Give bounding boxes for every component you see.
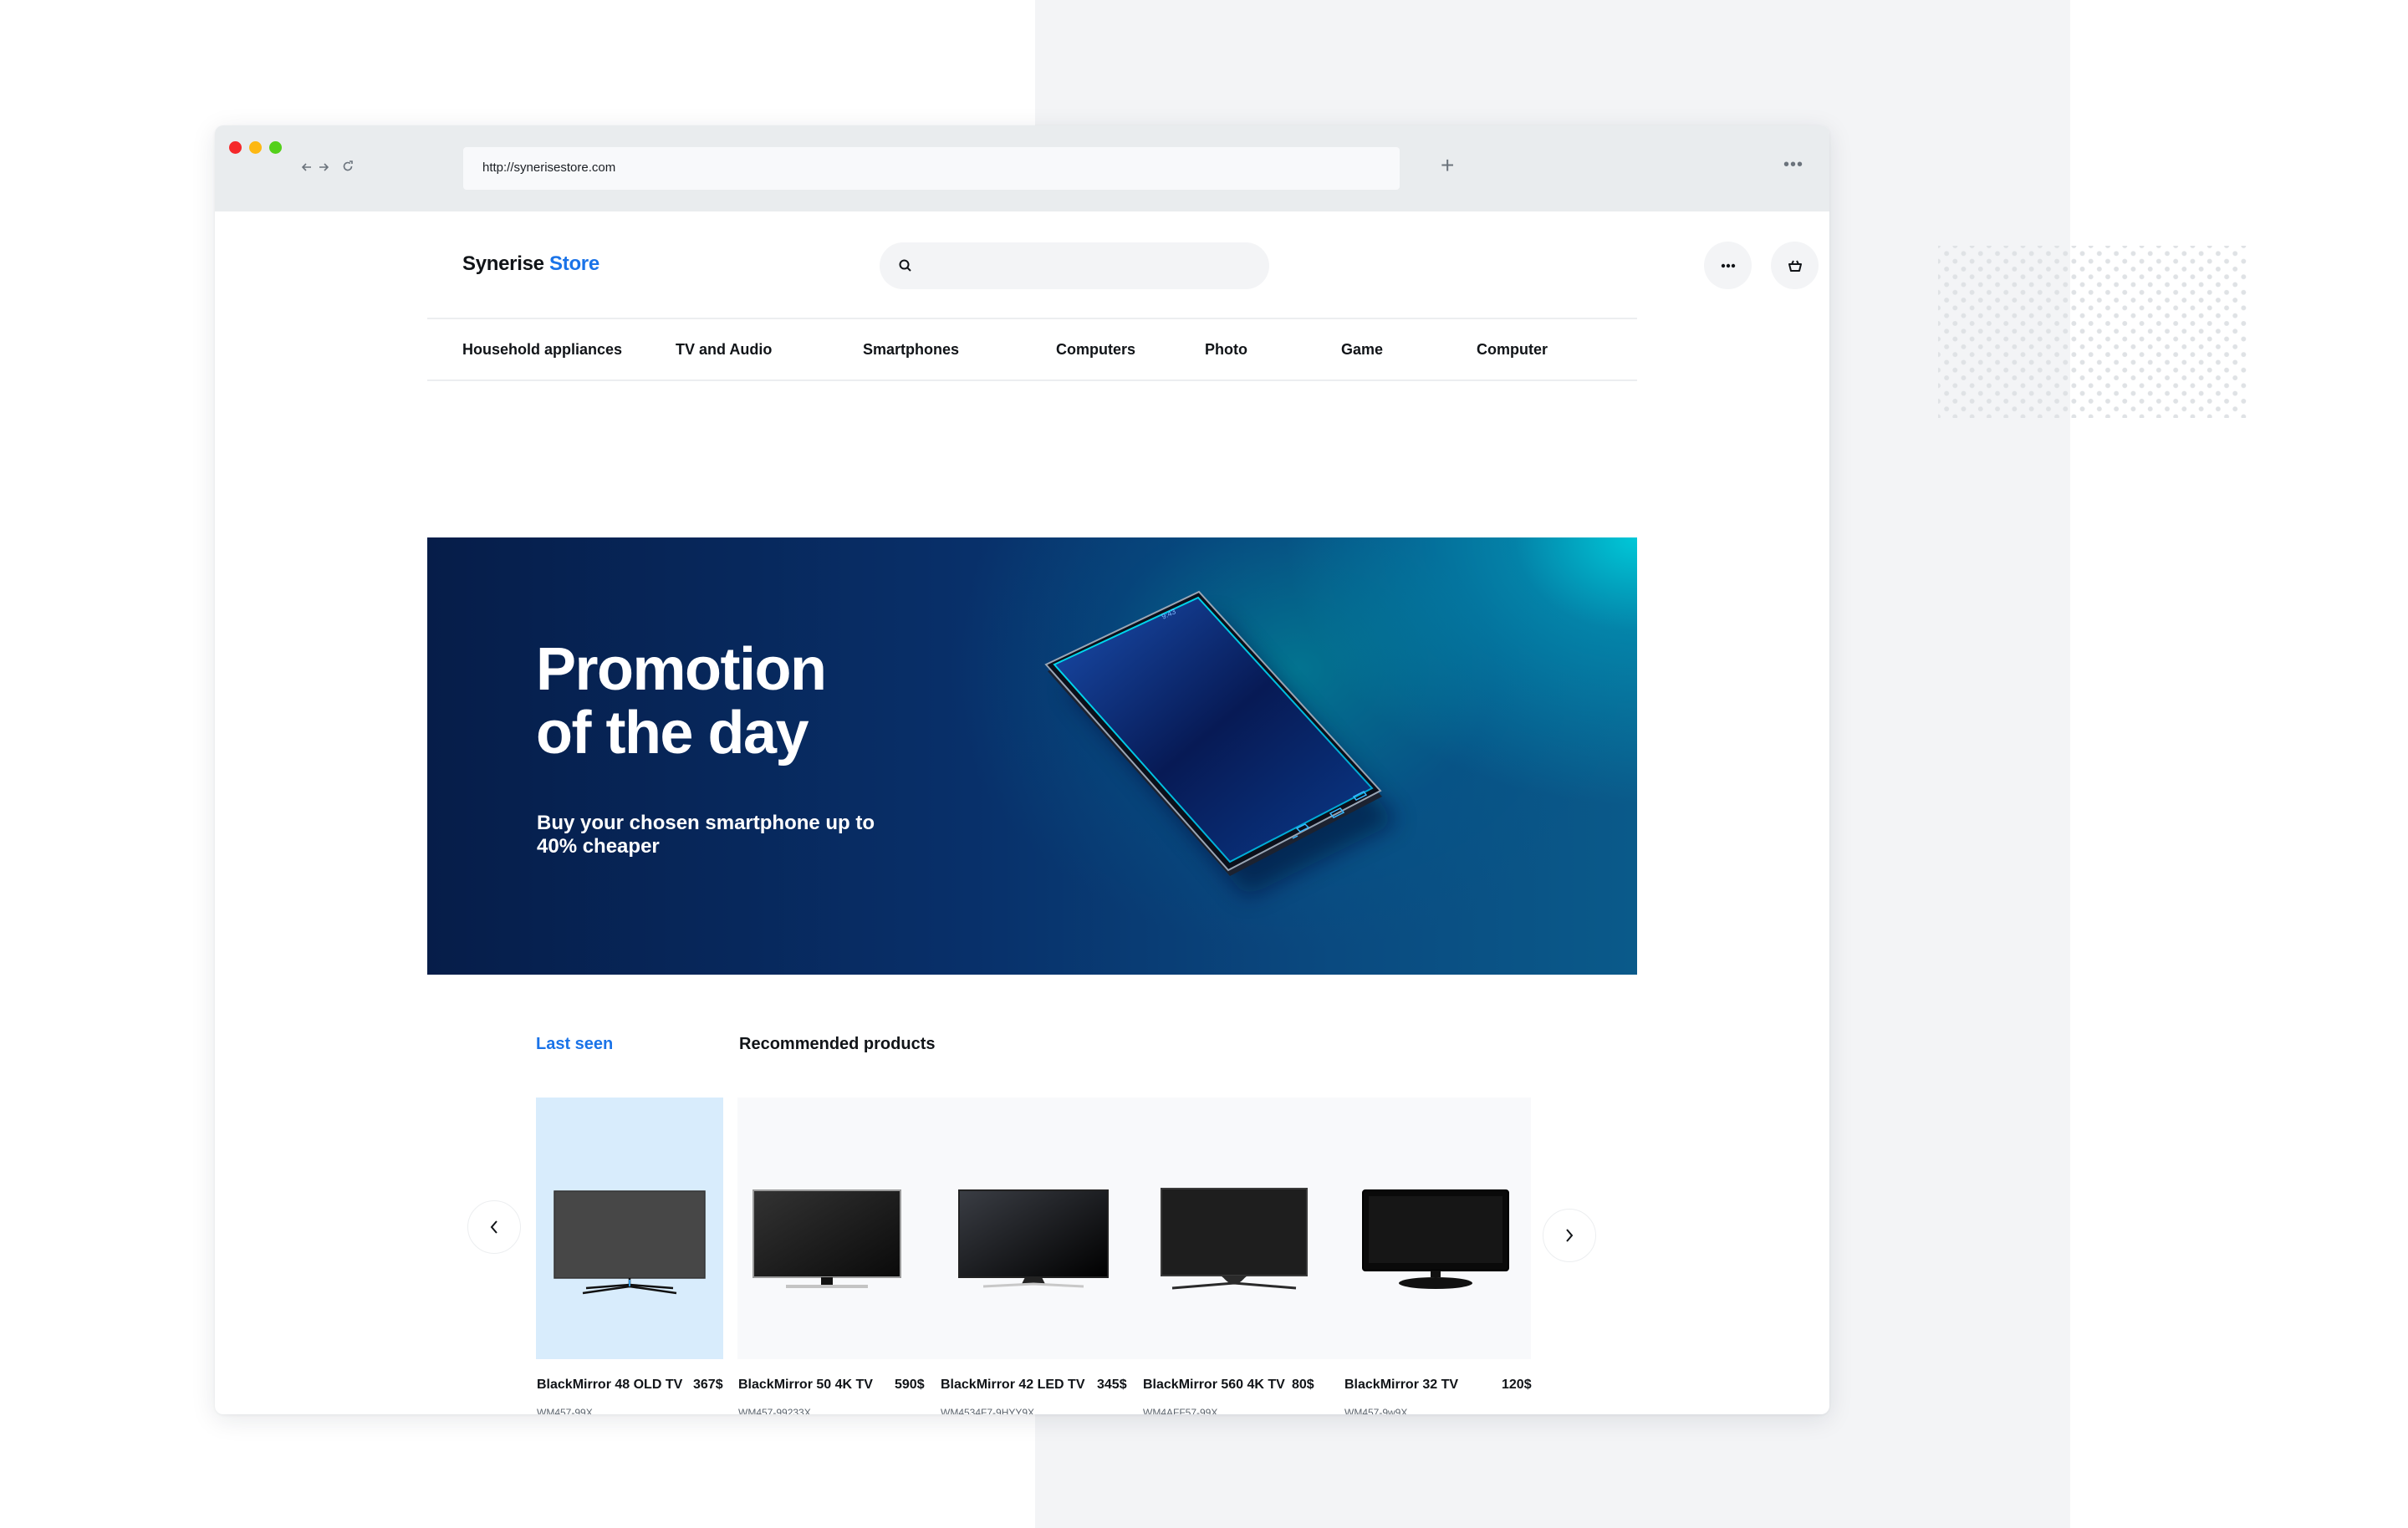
product-sku: WM457-99233X bbox=[738, 1407, 811, 1414]
tv-image[interactable] bbox=[752, 1189, 903, 1290]
product-price: 80$ bbox=[1292, 1378, 1314, 1392]
tv-image[interactable] bbox=[958, 1189, 1109, 1290]
url-text: http://synerisestore.com bbox=[482, 160, 616, 175]
cart-button[interactable] bbox=[1771, 242, 1819, 289]
address-bar[interactable]: http://synerisestore.com bbox=[463, 147, 1400, 190]
minimize-window-button[interactable] bbox=[249, 141, 262, 154]
carousel-prev-button[interactable] bbox=[467, 1200, 521, 1254]
forward-button[interactable] bbox=[319, 159, 329, 176]
banner-title-line1: Promotion bbox=[536, 636, 827, 703]
nav-item-computer[interactable]: Computer bbox=[1477, 341, 1548, 359]
browser-window: http://synerisestore.com + ••• Synerise … bbox=[215, 125, 1829, 1414]
product-name[interactable]: BlackMirror 48 OLD TV bbox=[537, 1378, 682, 1393]
store-logo[interactable]: Synerise Store bbox=[462, 252, 599, 276]
dot-pattern-decoration bbox=[1938, 246, 2247, 418]
nav-item-game[interactable]: Game bbox=[1341, 341, 1383, 359]
product-name[interactable]: BlackMirror 42 LED TV bbox=[941, 1378, 1085, 1393]
nav-item-household-appliances[interactable]: Household appliances bbox=[462, 341, 622, 359]
maximize-window-button[interactable] bbox=[269, 141, 282, 154]
carousel-next-button[interactable] bbox=[1543, 1209, 1596, 1262]
logo-accent: Store bbox=[549, 252, 599, 275]
recommended-tiles bbox=[737, 1098, 1531, 1359]
store-page: Synerise Store Household appliances TV a… bbox=[215, 211, 1829, 1414]
product-price: 590$ bbox=[895, 1378, 925, 1392]
banner-title-line2: of the day bbox=[536, 700, 809, 767]
banner-title: Promotion of the day bbox=[536, 636, 827, 767]
search-bar[interactable] bbox=[880, 242, 1269, 289]
back-button[interactable] bbox=[301, 159, 312, 176]
product-tile-active[interactable] bbox=[536, 1098, 723, 1359]
tab-last-seen[interactable]: Last seen bbox=[536, 1035, 613, 1054]
product-sku: WM457-99X bbox=[537, 1407, 593, 1414]
logo-main: Synerise bbox=[462, 252, 544, 275]
product-name[interactable]: BlackMirror 50 4K TV bbox=[738, 1378, 873, 1393]
new-tab-button[interactable]: + bbox=[1441, 150, 1454, 181]
chevron-left-icon bbox=[490, 1220, 497, 1234]
banner-subtitle: Buy your chosen smartphone up to 40% che… bbox=[537, 812, 875, 858]
product-sku: WM4AFF57-99X bbox=[1143, 1407, 1218, 1414]
tab-recommended-products[interactable]: Recommended products bbox=[739, 1035, 935, 1054]
product-sku: WM457-9w9X bbox=[1344, 1407, 1408, 1414]
close-window-button[interactable] bbox=[229, 141, 242, 154]
promo-banner[interactable]: Promotion of the day Buy your chosen sma… bbox=[427, 537, 1637, 975]
reload-icon bbox=[343, 160, 353, 171]
more-dots-icon bbox=[1721, 263, 1735, 267]
smartphone-image: 9:43 bbox=[1044, 590, 1397, 897]
search-icon bbox=[899, 259, 911, 272]
browser-menu-button[interactable]: ••• bbox=[1783, 155, 1803, 175]
search-input[interactable] bbox=[926, 242, 1252, 289]
tv-image[interactable] bbox=[1161, 1188, 1308, 1290]
chevron-right-icon bbox=[1566, 1229, 1574, 1242]
product-price: 345$ bbox=[1097, 1378, 1127, 1392]
browser-toolbar: http://synerisestore.com + ••• bbox=[215, 125, 1829, 211]
product-name[interactable]: BlackMirror 32 TV bbox=[1344, 1378, 1458, 1393]
nav-item-computers[interactable]: Computers bbox=[1056, 341, 1135, 359]
arrow-right-icon bbox=[319, 163, 329, 171]
nav-item-smartphones[interactable]: Smartphones bbox=[863, 341, 959, 359]
product-price: 120$ bbox=[1502, 1378, 1532, 1392]
basket-icon bbox=[1788, 260, 1802, 272]
tv-image bbox=[554, 1190, 706, 1295]
arrow-left-icon bbox=[301, 163, 311, 171]
product-name[interactable]: BlackMirror 560 4K TV bbox=[1143, 1378, 1285, 1393]
page-container: Synerise Store Household appliances TV a… bbox=[427, 211, 1819, 1414]
more-button[interactable] bbox=[1704, 242, 1752, 289]
reload-button[interactable] bbox=[342, 159, 354, 176]
product-price: 367$ bbox=[693, 1378, 723, 1392]
category-nav: Household appliances TV and Audio Smartp… bbox=[427, 318, 1637, 381]
nav-item-tv-and-audio[interactable]: TV and Audio bbox=[676, 341, 772, 359]
product-sku: WM4534F7-9HYY9X bbox=[941, 1407, 1035, 1414]
tv-image[interactable] bbox=[1362, 1189, 1509, 1291]
nav-item-photo[interactable]: Photo bbox=[1205, 341, 1247, 359]
